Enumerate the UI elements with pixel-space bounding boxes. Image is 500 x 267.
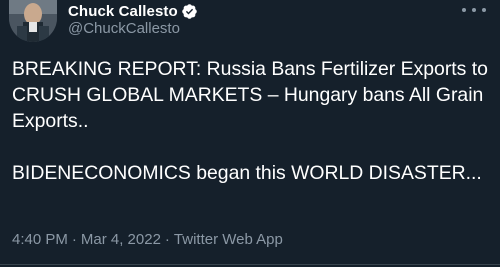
tweet-time[interactable]: 4:40 PM — [12, 231, 68, 248]
author-name-row[interactable]: Chuck Callesto — [68, 1, 198, 21]
tweet-card: Chuck Callesto @ChuckCallesto BREAKING R… — [0, 0, 500, 267]
avatar-image — [9, 0, 57, 42]
tweet-date[interactable]: Mar 4, 2022 — [81, 231, 161, 248]
tweet-text: BREAKING REPORT: Russia Bans Fertilizer … — [12, 56, 492, 186]
divider — [0, 264, 500, 265]
tweet-source[interactable]: Twitter Web App — [174, 231, 283, 248]
meta-separator: · — [164, 231, 170, 248]
tweet-meta: 4:40 PM · Mar 4, 2022 · Twitter Web App — [12, 231, 283, 248]
more-options-icon[interactable] — [462, 3, 486, 17]
tweet-paragraph: BREAKING REPORT: Russia Bans Fertilizer … — [12, 58, 488, 132]
more-dot — [462, 8, 466, 12]
verified-badge-icon — [181, 3, 198, 20]
more-dot — [482, 8, 486, 12]
author-handle[interactable]: @ChuckCallesto — [68, 20, 180, 37]
meta-separator: · — [71, 231, 77, 248]
more-dot — [472, 8, 476, 12]
tweet-paragraph: BIDENECONOMICS began this WORLD DISASTER… — [12, 162, 482, 184]
display-name[interactable]: Chuck Callesto — [68, 3, 178, 20]
avatar[interactable] — [9, 0, 57, 42]
